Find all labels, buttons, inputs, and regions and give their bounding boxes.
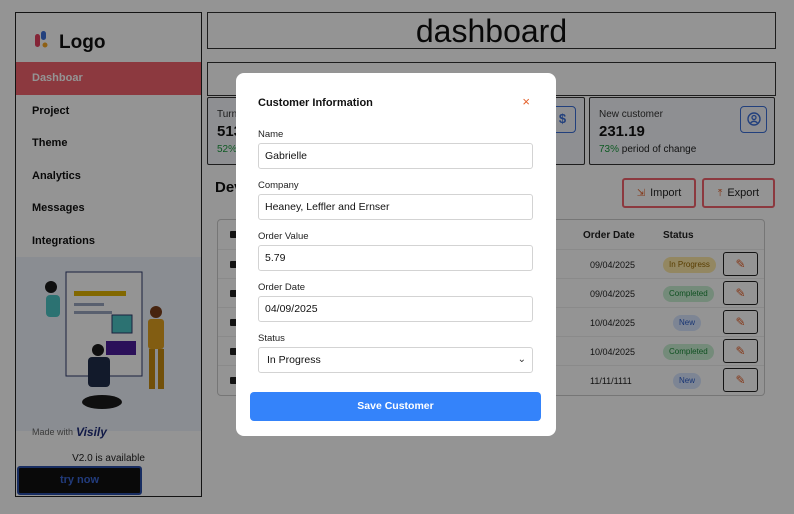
status-label: Status [258,333,285,344]
chevron-down-icon: ⌄ [517,354,526,365]
customer-info-modal: Customer Information × Name Gabrielle Co… [236,73,556,436]
status-select[interactable]: In Progress ⌄ [258,347,533,373]
modal-title: Customer Information [258,97,373,109]
status-select-value: In Progress [267,354,321,366]
order-date-field[interactable]: 04/09/2025 [258,296,533,322]
close-icon[interactable]: × [522,95,530,108]
save-customer-button[interactable]: Save Customer [250,392,541,421]
order-value-field[interactable]: 5.79 [258,245,533,271]
order-date-label: Order Date [258,282,305,293]
name-label: Name [258,129,284,140]
name-field[interactable]: Gabrielle [258,143,533,169]
order-value-label: Order Value [258,231,309,242]
company-field[interactable]: Heaney, Leffler and Ernser [258,194,533,220]
company-label: Company [258,180,299,191]
